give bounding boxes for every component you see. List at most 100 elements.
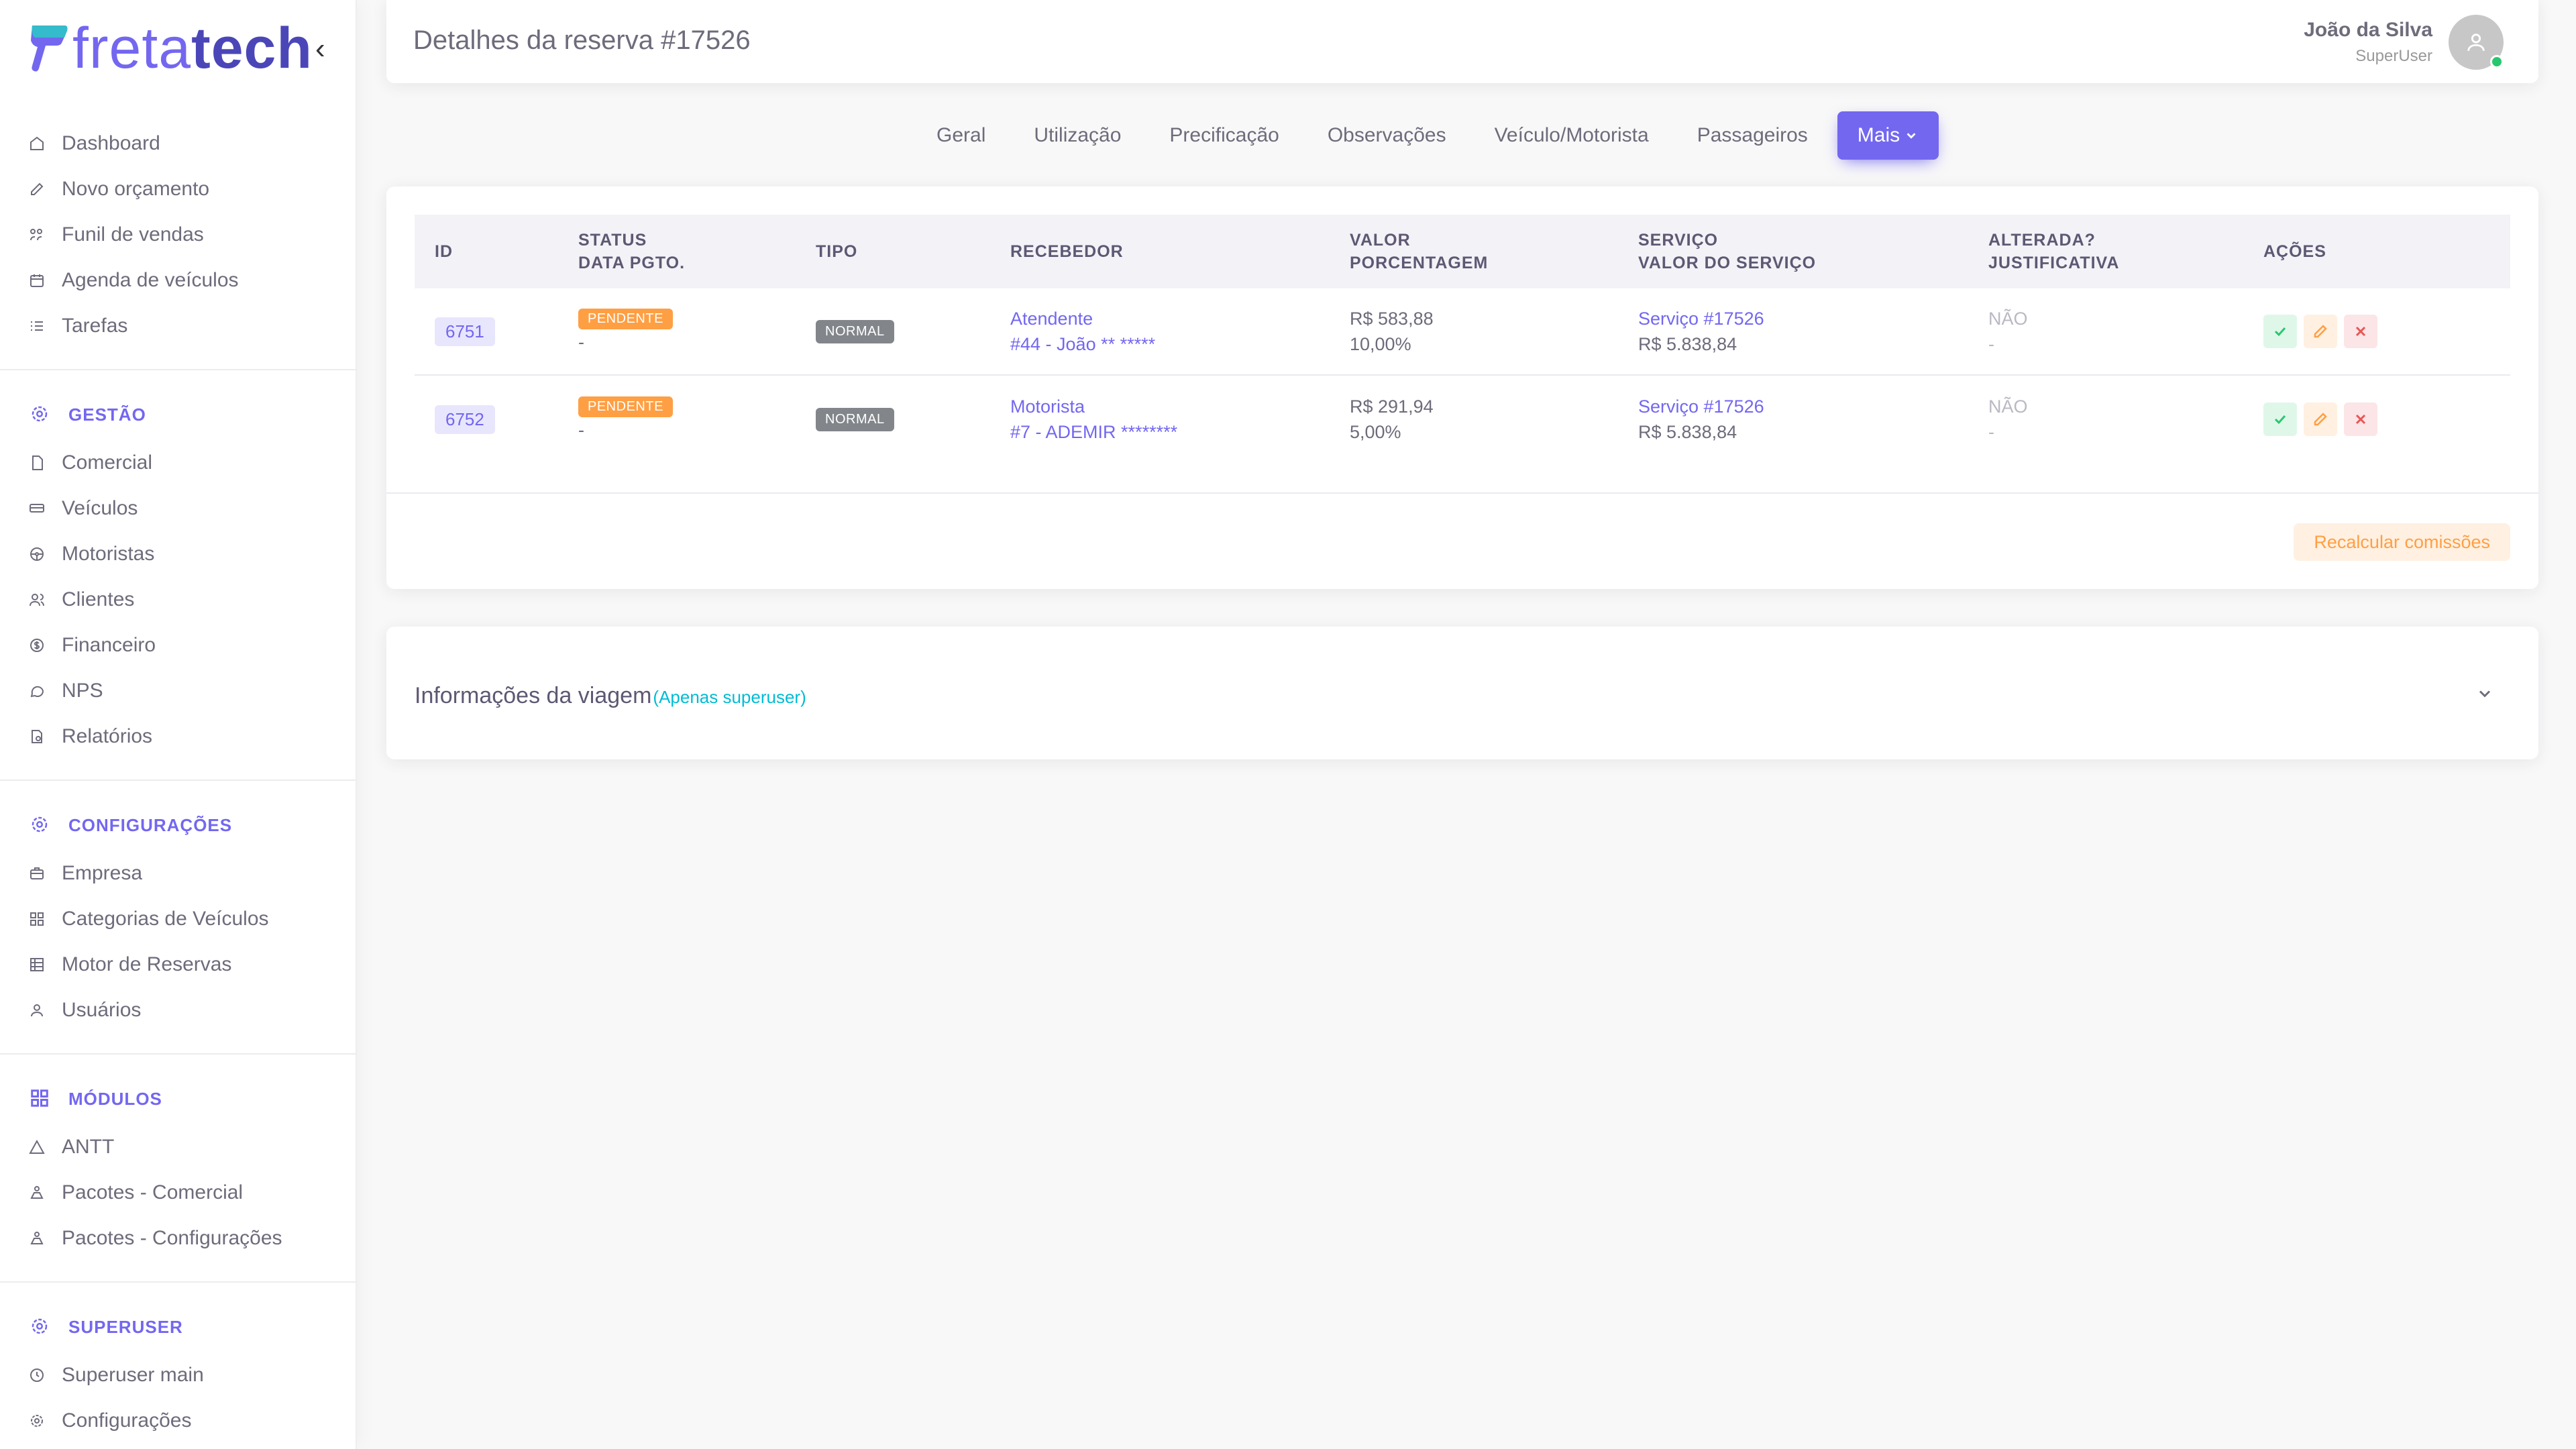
justification: - — [1988, 422, 1994, 442]
col-tipo: TIPO — [816, 242, 858, 261]
sidebar-item-dashboard[interactable]: Dashboard — [0, 121, 356, 166]
steering-wheel-icon — [28, 545, 46, 563]
collapse-sidebar-icon[interactable]: ‹ — [315, 32, 325, 66]
col-servico: SERVIÇO VALOR DO SERVIÇO — [1638, 231, 1817, 272]
menu-section-superuser: SUPERUSER — [0, 1308, 356, 1346]
sidebar-item-label: Motor de Reservas — [62, 953, 232, 975]
type-badge: NORMAL — [816, 319, 894, 343]
gear-icon — [30, 814, 51, 836]
sidebar-item-antt[interactable]: ANTT — [0, 1124, 356, 1170]
sidebar-item-label: Pacotes - Configurações — [62, 1227, 282, 1249]
sidebar-item-motor-de-reservas[interactable]: Motor de Reservas — [0, 942, 356, 987]
payment-date: - — [578, 419, 584, 440]
sidebar-item-superuser-main[interactable]: Superuser main — [0, 1352, 356, 1398]
service-link[interactable]: Serviço #17526 — [1638, 306, 1988, 331]
check-icon — [2274, 327, 2286, 337]
recipient-role-link[interactable]: Motorista — [1010, 394, 1350, 419]
col-alterada: ALTERADA? JUSTIFICATIVA — [1988, 231, 2120, 272]
sidebar-item-categorias-de-veiculos[interactable]: Categorias de Veículos — [0, 896, 356, 942]
sidebar-item-novo-orcamento[interactable]: Novo orçamento — [0, 166, 356, 212]
check-icon — [2274, 415, 2286, 425]
recipient-name-link[interactable]: #7 - ADEMIR ******** — [1010, 419, 1350, 445]
sidebar-item-clientes[interactable]: Clientes — [0, 577, 356, 623]
recalculate-commissions-button[interactable]: Recalcular comissões — [2294, 523, 2510, 561]
edit-icon — [28, 180, 46, 198]
tab-observacoes[interactable]: Observações — [1303, 111, 1470, 160]
commission-percentage: 5,00% — [1350, 422, 1401, 442]
report-icon — [28, 728, 46, 745]
sidebar: fretatech ‹ Dashboard Novo orçamento Fun… — [0, 0, 357, 1449]
brand-logo[interactable]: fretatech — [28, 19, 313, 77]
trip-info-card[interactable]: Informações da viagem (Apenas superuser) — [386, 627, 2538, 759]
recipient-name-link[interactable]: #44 - João ** ***** — [1010, 331, 1350, 357]
sidebar-item-configuracoes[interactable]: Configurações — [0, 1398, 356, 1444]
table-row: 6752 PENDENTE - NORMAL Motorista #7 - AD… — [415, 376, 2510, 463]
close-icon — [2355, 414, 2366, 425]
altered-flag: NÃO — [1988, 396, 2028, 417]
table-header: ID STATUS DATA PGTO. TIPO RECEBEDOR VALO… — [415, 215, 2510, 288]
user-menu[interactable]: João da Silva SuperUser — [2304, 15, 2504, 70]
chat-icon — [28, 682, 46, 700]
sidebar-item-empresa[interactable]: Empresa — [0, 851, 356, 896]
commissions-table: ID STATUS DATA PGTO. TIPO RECEBEDOR VALO… — [415, 215, 2510, 463]
delete-button[interactable] — [2344, 402, 2377, 436]
sidebar-item-label: Agenda de veículos — [62, 269, 239, 291]
sidebar-item-label: Motoristas — [62, 543, 155, 565]
menu-section-configuracoes: CONFIGURAÇÕES — [0, 806, 356, 844]
chevron-down-icon[interactable] — [2475, 684, 2494, 706]
sidebar-item-tarefas[interactable]: Tarefas — [0, 303, 356, 349]
edit-button[interactable] — [2304, 315, 2337, 348]
superuser-only-note: (Apenas superuser) — [653, 687, 806, 707]
type-badge: NORMAL — [816, 407, 894, 431]
reservation-tabs: Geral Utilização Precificação Observaçõe… — [912, 111, 1939, 160]
approve-button[interactable] — [2263, 402, 2297, 436]
service-value: R$ 5.838,84 — [1638, 334, 1737, 354]
user-info: João da Silva SuperUser — [2304, 19, 2432, 66]
sidebar-item-label: Clientes — [62, 588, 135, 610]
sidebar-item-comercial[interactable]: Comercial — [0, 440, 356, 486]
sidebar-item-relatorios[interactable]: Relatórios — [0, 714, 356, 759]
sidebar-item-agenda-de-veiculos[interactable]: Agenda de veículos — [0, 258, 356, 303]
tab-precificacao[interactable]: Precificação — [1145, 111, 1303, 160]
delete-button[interactable] — [2344, 315, 2377, 348]
funnel-icon — [28, 226, 46, 244]
avatar[interactable] — [2449, 15, 2504, 70]
row-actions — [2263, 315, 2465, 348]
sidebar-item-motoristas[interactable]: Motoristas — [0, 531, 356, 577]
altered-flag: NÃO — [1988, 309, 2028, 329]
commission-id-badge[interactable]: 6751 — [435, 317, 495, 346]
approve-button[interactable] — [2263, 315, 2297, 348]
grid-icon — [28, 910, 46, 928]
sidebar-item-funil-de-vendas[interactable]: Funil de vendas — [0, 212, 356, 258]
sidebar-item-pacotes-comercial[interactable]: Pacotes - Comercial — [0, 1170, 356, 1216]
pencil-icon — [2314, 413, 2327, 426]
recipient-role-link[interactable]: Atendente — [1010, 306, 1350, 331]
sidebar-item-label: Funil de vendas — [62, 223, 204, 246]
chevron-down-icon — [1904, 128, 1919, 143]
sidebar-item-pacotes-configuracoes[interactable]: Pacotes - Configurações — [0, 1216, 356, 1261]
sidebar-item-nps[interactable]: NPS — [0, 668, 356, 714]
gear-icon — [30, 1316, 51, 1338]
menu-divider — [0, 780, 356, 781]
commission-id-badge[interactable]: 6752 — [435, 405, 495, 434]
col-status: STATUS DATA PGTO. — [578, 231, 686, 272]
gear-icon — [30, 404, 51, 425]
tab-utilizacao[interactable]: Utilização — [1010, 111, 1145, 160]
service-link[interactable]: Serviço #17526 — [1638, 394, 1988, 419]
row-actions — [2263, 402, 2465, 436]
table-icon — [28, 956, 46, 973]
commission-percentage: 10,00% — [1350, 334, 1411, 354]
edit-button[interactable] — [2304, 402, 2337, 436]
sidebar-item-usuarios[interactable]: Usuários — [0, 987, 356, 1033]
tab-passageiros[interactable]: Passageiros — [1673, 111, 1832, 160]
tab-geral[interactable]: Geral — [912, 111, 1010, 160]
justification: - — [1988, 334, 1994, 354]
sidebar-item-label: Categorias de Veículos — [62, 908, 269, 930]
tab-mais[interactable]: Mais — [1837, 111, 1939, 160]
menu-divider — [0, 369, 356, 370]
sidebar-item-veiculos[interactable]: Veículos — [0, 486, 356, 531]
sidebar-item-financeiro[interactable]: Financeiro — [0, 623, 356, 668]
sidebar-item-label: Superuser main — [62, 1364, 204, 1386]
user-icon — [28, 1002, 46, 1019]
tab-veiculo-motorista[interactable]: Veículo/Motorista — [1470, 111, 1673, 160]
